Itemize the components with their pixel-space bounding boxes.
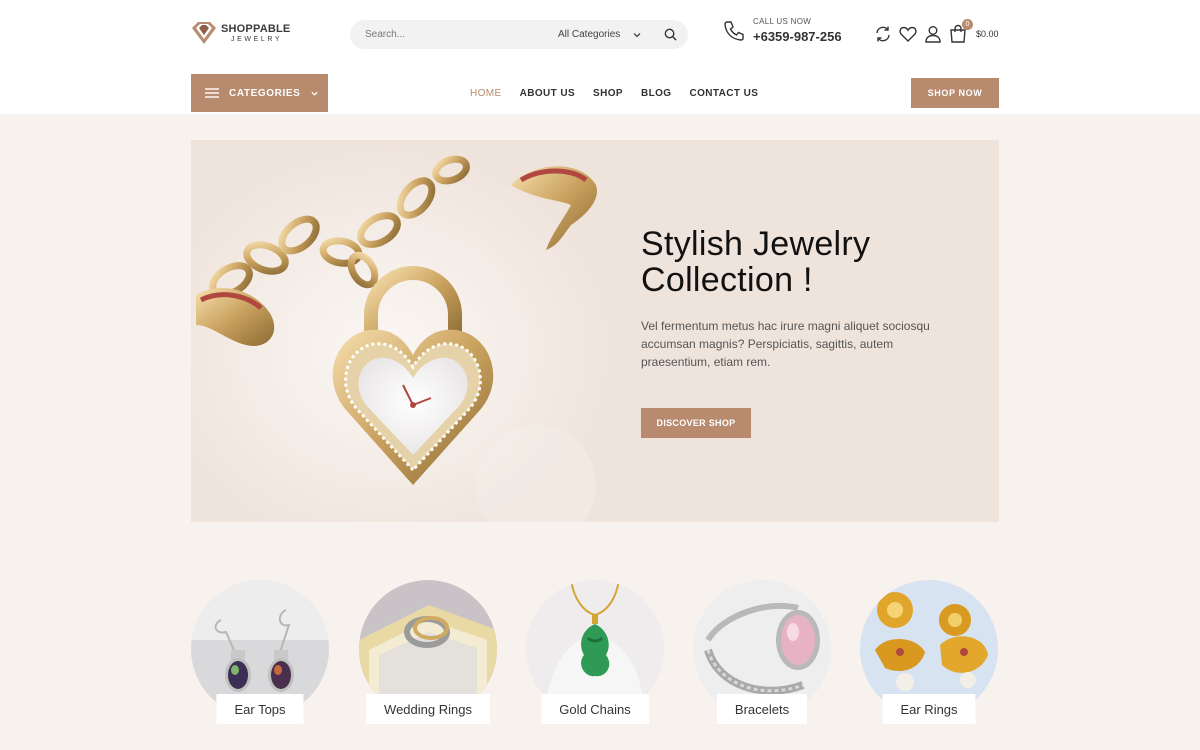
hero-title: Stylish Jewelry Collection ! bbox=[641, 226, 971, 298]
menu-icon bbox=[205, 88, 219, 98]
hero-banner: Stylish Jewelry Collection ! Vel ferment… bbox=[191, 140, 999, 522]
category-label: Bracelets bbox=[716, 694, 808, 724]
call-label: CALL US NOW bbox=[753, 17, 812, 26]
hero-title-line-1: Stylish Jewelry bbox=[641, 225, 871, 263]
user-icon[interactable] bbox=[923, 24, 943, 44]
brand-tagline: JEWELRY bbox=[231, 35, 283, 43]
category-card-bracelets[interactable]: Bracelets bbox=[693, 580, 831, 725]
nav-item-home[interactable]: HOME bbox=[470, 88, 502, 99]
nav-item-shop[interactable]: SHOP bbox=[593, 88, 623, 99]
nav-item-blog[interactable]: BLOG bbox=[641, 88, 672, 99]
nav-menu: HOME ABOUT US SHOP BLOG CONTACT US bbox=[470, 72, 776, 114]
category-select-value: All Categories bbox=[558, 29, 621, 40]
category-card-gold-chains[interactable]: Gold Chains bbox=[526, 580, 664, 725]
brand-logo[interactable]: SHOPPABLE JEWELRY bbox=[190, 18, 300, 48]
cart-total: $0.00 bbox=[976, 29, 999, 39]
search-input[interactable] bbox=[350, 29, 530, 40]
category-list: Ear Tops Wedding Rings Gold Chains Brace… bbox=[191, 580, 999, 730]
heart-watch-bracelet-image bbox=[191, 140, 621, 522]
chevron-down-icon bbox=[311, 91, 319, 96]
chevron-down-icon bbox=[633, 32, 641, 37]
call-us: CALL US NOW +6359-987-256 bbox=[722, 18, 842, 43]
phone-icon bbox=[724, 20, 744, 41]
heart-icon[interactable] bbox=[898, 24, 918, 44]
category-label: Gold Chains bbox=[541, 694, 649, 724]
hero-title-line-2: Collection ! bbox=[641, 261, 813, 299]
category-card-ear-rings[interactable]: Ear Rings bbox=[860, 580, 998, 725]
phone-number[interactable]: +6359-987-256 bbox=[753, 30, 842, 43]
shop-now-button[interactable]: SHOP NOW bbox=[911, 78, 999, 108]
category-label: Ear Rings bbox=[882, 694, 976, 724]
top-header: SHOPPABLE JEWELRY All Categories CALL US… bbox=[0, 0, 1200, 72]
category-label: Ear Tops bbox=[216, 694, 304, 724]
nav-item-contact-us[interactable]: CONTACT US bbox=[689, 88, 758, 99]
main-nav: CATEGORIES HOME ABOUT US SHOP BLOG CONTA… bbox=[0, 72, 1200, 114]
category-label: Wedding Rings bbox=[366, 694, 490, 724]
category-card-ear-tops[interactable]: Ear Tops bbox=[191, 580, 329, 725]
discover-shop-button[interactable]: DISCOVER SHOP bbox=[641, 408, 751, 438]
brand-name: SHOPPABLE bbox=[221, 22, 291, 35]
categories-dropdown-button[interactable]: CATEGORIES bbox=[191, 74, 328, 112]
nav-item-about-us[interactable]: ABOUT US bbox=[520, 88, 575, 99]
categories-label: CATEGORIES bbox=[229, 87, 301, 99]
compare-icon[interactable] bbox=[873, 24, 893, 44]
header-icons: 0 $0.00 bbox=[873, 19, 999, 44]
search-icon[interactable] bbox=[663, 27, 678, 42]
hero-description: Vel fermentum metus hac irure magni aliq… bbox=[641, 319, 930, 369]
category-card-wedding-rings[interactable]: Wedding Rings bbox=[359, 580, 497, 725]
diamond-logo-icon bbox=[192, 22, 216, 44]
cart-count-badge: 0 bbox=[962, 19, 973, 30]
category-select[interactable]: All Categories bbox=[558, 20, 642, 49]
cart-button[interactable]: 0 bbox=[948, 19, 973, 44]
search-bar: All Categories bbox=[350, 20, 688, 49]
